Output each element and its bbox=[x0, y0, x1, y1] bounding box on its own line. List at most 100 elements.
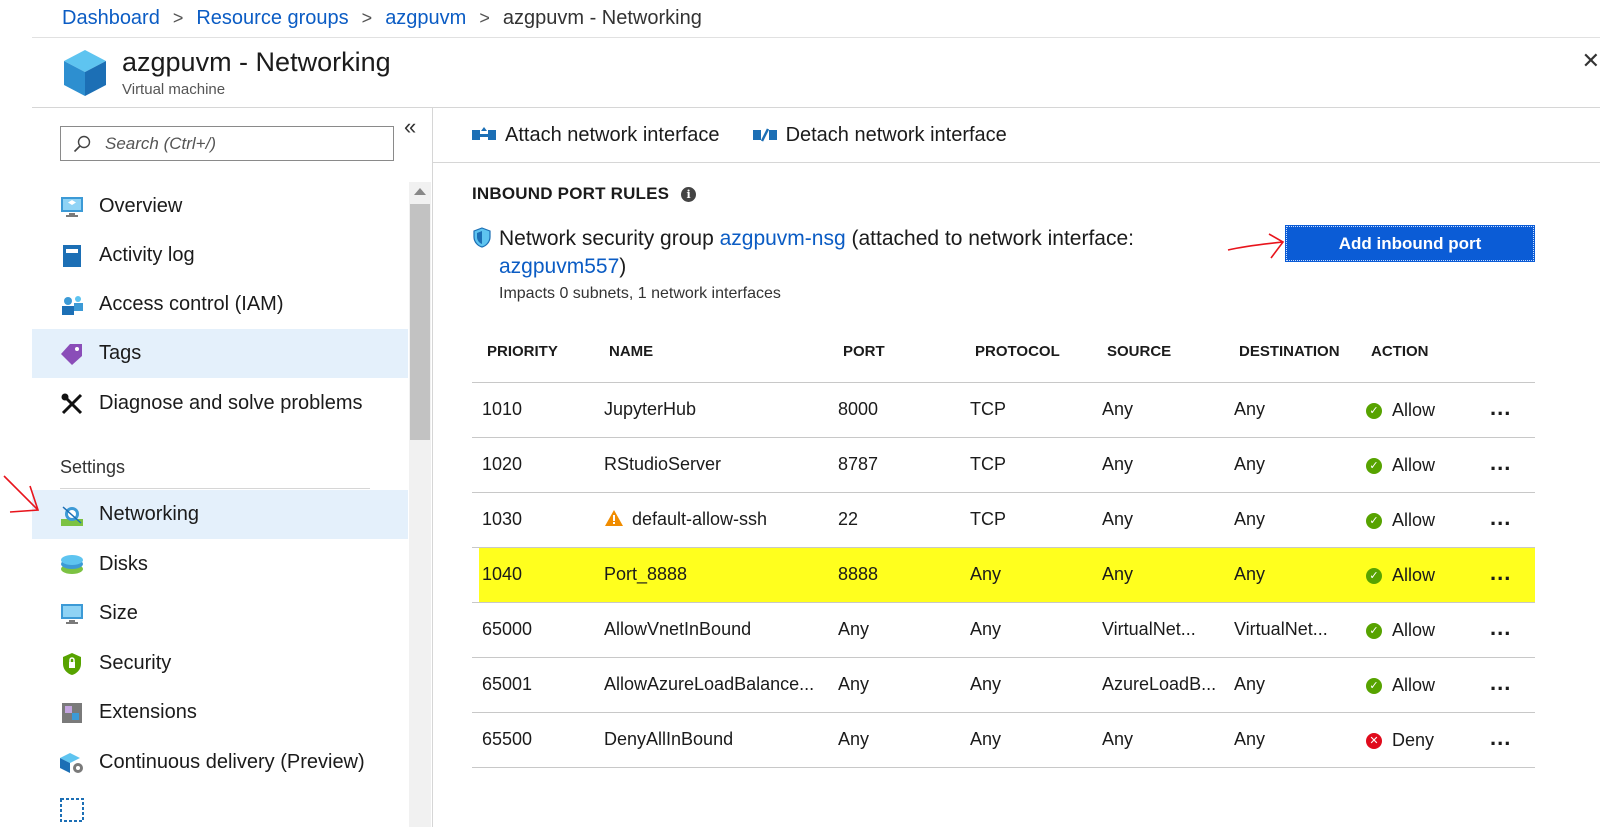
table-row[interactable]: 1030 default-allow-ssh 22 TCP Any Any ✓ Allow..… bbox=[472, 492, 1535, 548]
cell-port: 8787 bbox=[828, 437, 960, 493]
action-text: Allow bbox=[1392, 565, 1436, 585]
nsg-link[interactable]: azgpuvm-nsg bbox=[720, 227, 846, 250]
sidebar-item-overview[interactable]: Overview bbox=[32, 182, 408, 231]
sidebar-item-security[interactable]: Security bbox=[32, 639, 408, 688]
cell-priority: 1010 bbox=[472, 382, 594, 438]
cell-source-text: Any bbox=[1102, 399, 1134, 419]
cell-name: AllowVnetInBound bbox=[594, 602, 828, 658]
cell-source: AzureLoadB... bbox=[1092, 657, 1224, 713]
sidebar-item-continuous-delivery[interactable]: Continuous delivery (Preview) bbox=[32, 738, 408, 787]
cell-priority-text: 1040 bbox=[482, 564, 523, 584]
collapse-menu-icon[interactable]: « bbox=[404, 114, 416, 140]
info-icon[interactable]: i bbox=[681, 186, 697, 202]
action-status: ✕ Deny bbox=[1366, 730, 1434, 751]
page-title: azgpuvm - Networking bbox=[122, 47, 391, 77]
more-options-icon[interactable]: ... bbox=[1490, 505, 1511, 530]
cell-priority: 65500 bbox=[472, 712, 594, 768]
cell-destination: VirtualNet... bbox=[1224, 602, 1356, 658]
table-row[interactable]: 1020 RStudioServer 8787 TCP Any Any ✓ Allow... bbox=[472, 437, 1535, 493]
sidebar-item-label: Activity log bbox=[99, 244, 195, 266]
table-row[interactable]: 65000 AllowVnetInBound Any Any VirtualNet...… bbox=[472, 602, 1535, 658]
sidebar-item-disks[interactable]: Disks bbox=[32, 540, 408, 589]
col-header-action[interactable]: ACTION bbox=[1356, 322, 1480, 383]
cell-destination: Any bbox=[1224, 492, 1356, 548]
inbound-rules-table: PRIORITY NAME PORT PROTOCOL SOURCE DESTI… bbox=[472, 322, 1535, 768]
table-row[interactable]: 65500 DenyAllInBound Any Any Any Any ✕ Deny... bbox=[472, 712, 1535, 768]
menu-scrollbar[interactable] bbox=[409, 182, 431, 827]
sidebar-item-label: Continuous delivery (Preview) bbox=[99, 751, 365, 773]
cell-destination: Any bbox=[1224, 657, 1356, 713]
check-circle-icon: ✓ bbox=[1366, 457, 1382, 474]
nic-link[interactable]: azgpuvm557 bbox=[499, 255, 619, 278]
inbound-rules-title-text: INBOUND PORT RULES bbox=[472, 184, 670, 203]
shield-icon bbox=[60, 652, 84, 676]
cell-name: AllowAzureLoadBalance... bbox=[594, 657, 828, 713]
close-icon[interactable]: ✕ bbox=[1582, 48, 1600, 74]
col-header-priority[interactable]: PRIORITY bbox=[472, 322, 594, 383]
check-circle-icon: ✓ bbox=[1366, 512, 1382, 529]
annotation-arrow-add-port bbox=[1227, 233, 1285, 259]
cell-protocol: Any bbox=[960, 547, 1092, 603]
more-options-icon[interactable]: ... bbox=[1490, 615, 1511, 640]
cell-more: ... bbox=[1480, 492, 1535, 548]
sidebar-item-label: Security bbox=[99, 652, 172, 674]
col-header-source[interactable]: SOURCE bbox=[1092, 322, 1224, 383]
sidebar-item-networking[interactable]: Networking bbox=[32, 490, 408, 539]
table-row[interactable]: 1040 Port_8888 8888 Any Any Any ✓ Allow... bbox=[472, 547, 1535, 603]
breadcrumb-current: azgpuvm - Networking bbox=[502, 7, 702, 29]
more-options-icon[interactable]: ... bbox=[1490, 395, 1511, 420]
more-options-icon[interactable]: ... bbox=[1490, 450, 1511, 475]
search-box[interactable] bbox=[60, 126, 394, 161]
sidebar-item-size[interactable]: Size bbox=[32, 589, 408, 638]
breadcrumb-dashboard[interactable]: Dashboard bbox=[62, 7, 160, 30]
sidebar-item-diagnose[interactable]: Diagnose and solve problems bbox=[32, 379, 408, 428]
cell-action: ✓ Allow bbox=[1356, 382, 1480, 438]
book-icon bbox=[60, 244, 84, 268]
cell-name-text: RStudioServer bbox=[604, 454, 722, 474]
table-row[interactable]: 65001 AllowAzureLoadBalance... Any Any Azure… bbox=[472, 657, 1535, 713]
cell-destination-text: Any bbox=[1234, 729, 1266, 749]
more-options-icon[interactable]: ... bbox=[1490, 560, 1511, 585]
more-options-icon[interactable]: ... bbox=[1490, 670, 1511, 695]
monitor-icon bbox=[60, 195, 84, 219]
cell-protocol-text: TCP bbox=[970, 509, 1006, 529]
cell-port-text: 8000 bbox=[838, 399, 879, 419]
sidebar-item-access-control[interactable]: Access control (IAM) bbox=[32, 280, 408, 329]
cell-source: Any bbox=[1092, 437, 1224, 493]
cell-protocol: Any bbox=[960, 712, 1092, 768]
scrollbar-thumb[interactable] bbox=[410, 204, 430, 440]
rules-body: 1010 JupyterHub 8000 TCP Any Any ✓ Allow... 1020… bbox=[472, 382, 1535, 768]
breadcrumb-resource-groups[interactable]: Resource groups bbox=[196, 7, 348, 30]
table-row[interactable]: 1010 JupyterHub 8000 TCP Any Any ✓ Allow... bbox=[472, 382, 1535, 438]
col-header-protocol[interactable]: PROTOCOL bbox=[960, 322, 1092, 383]
cell-source-text: Any bbox=[1102, 564, 1134, 584]
col-header-destination[interactable]: DESTINATION bbox=[1224, 322, 1356, 383]
cell-destination: Any bbox=[1224, 382, 1356, 438]
cell-source: VirtualNet... bbox=[1092, 602, 1224, 658]
cell-name-text: DenyAllInBound bbox=[604, 729, 734, 749]
sidebar-item-activity-log[interactable]: Activity log bbox=[32, 231, 408, 280]
breadcrumb-azgpuvm[interactable]: azgpuvm bbox=[385, 7, 466, 30]
cell-source: Any bbox=[1092, 382, 1224, 438]
action-text: Allow bbox=[1392, 675, 1436, 695]
cell-priority-text: 65500 bbox=[482, 729, 533, 749]
col-header-port[interactable]: PORT bbox=[828, 322, 960, 383]
sidebar-item-extensions[interactable]: Extensions bbox=[32, 688, 408, 737]
disk-icon bbox=[60, 553, 84, 577]
sidebar-item-tags[interactable]: Tags bbox=[32, 329, 408, 378]
col-header-name[interactable]: NAME bbox=[594, 322, 828, 383]
cell-name: RStudioServer bbox=[594, 437, 828, 493]
sidebar-item-label: Extensions bbox=[99, 701, 197, 723]
more-options-icon[interactable]: ... bbox=[1490, 725, 1511, 750]
scroll-up-icon[interactable] bbox=[414, 188, 426, 195]
sidebar-item-label: Tags bbox=[99, 342, 142, 364]
attach-network-interface-button[interactable]: Attach network interface bbox=[471, 124, 720, 147]
blade-header: azgpuvm - Networking Virtual machine ✕ bbox=[32, 38, 1600, 108]
add-inbound-port-button[interactable]: Add inbound port bbox=[1285, 225, 1535, 262]
detach-network-interface-button[interactable]: Detach network interface bbox=[752, 124, 1007, 147]
sidebar-item-label: Diagnose and solve problems bbox=[99, 392, 363, 414]
sidebar-item-label: Size bbox=[99, 602, 138, 624]
sidebar-item-label: Overview bbox=[99, 195, 183, 217]
cell-protocol-text: Any bbox=[970, 619, 1002, 639]
search-input[interactable] bbox=[105, 133, 385, 154]
